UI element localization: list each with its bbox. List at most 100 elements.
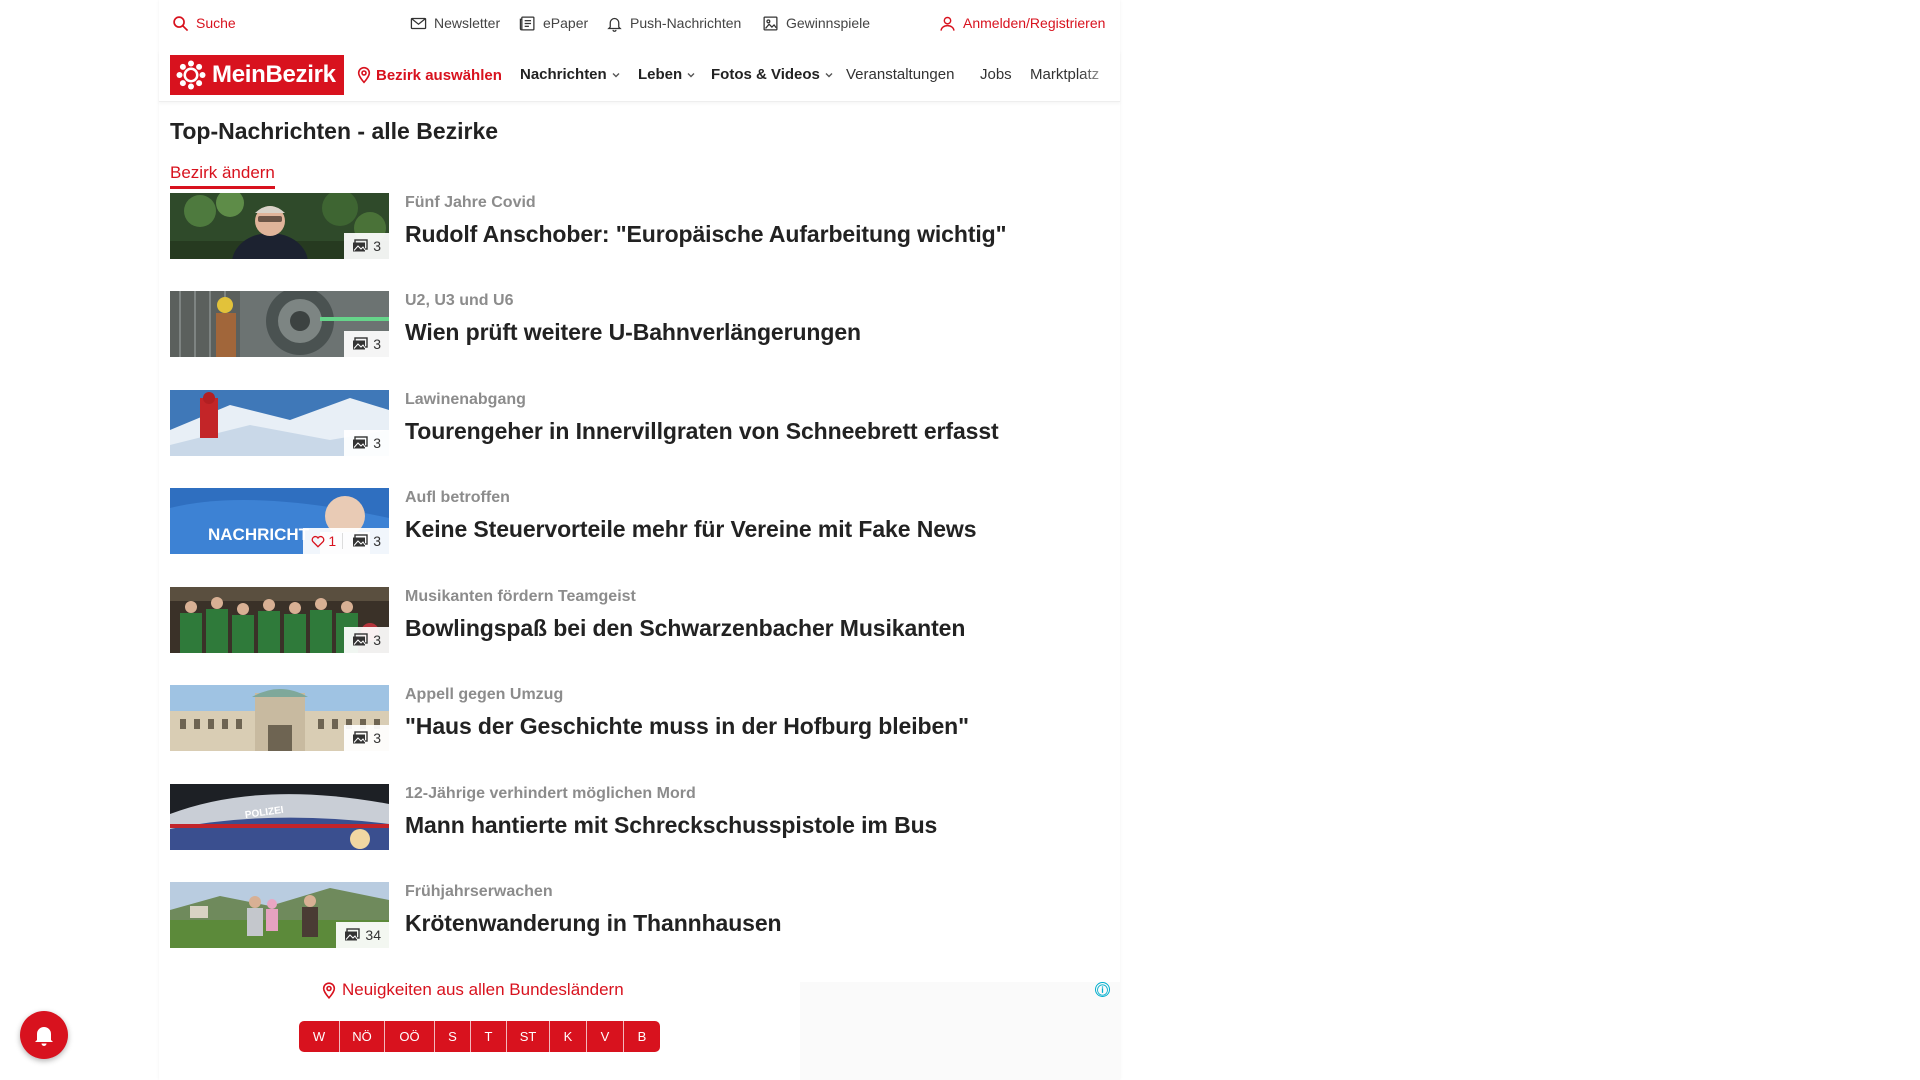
article-kicker: U2, U3 und U6 xyxy=(405,292,514,309)
bell-icon xyxy=(35,1027,53,1046)
nav-fotos-videos[interactable]: Fotos & Videos xyxy=(711,66,834,83)
search-icon xyxy=(173,15,189,31)
likes-count[interactable]: 1 xyxy=(311,533,344,549)
article-kicker: Lawinenabgang xyxy=(405,391,526,408)
chevron-down-icon xyxy=(612,72,620,77)
ad-info-icon[interactable]: ⓘ xyxy=(1095,982,1110,997)
newspaper-icon xyxy=(519,15,535,31)
state-buttons: W NÖ OÖ S T ST K V B xyxy=(299,1021,660,1052)
state-button-v[interactable]: V xyxy=(587,1021,624,1052)
nav-fotos-videos-label: Fotos & Videos xyxy=(711,66,820,83)
image-count-badge: 3 xyxy=(344,331,389,357)
nav-veranstaltungen[interactable]: Veranstaltungen xyxy=(846,66,954,83)
article-kicker: 12-Jährige verhindert möglichen Mord xyxy=(405,785,696,802)
likes-value: 1 xyxy=(328,533,337,549)
gallery-icon xyxy=(353,239,368,252)
article-headline[interactable]: Tourengeher in Innervillgraten von Schne… xyxy=(405,418,999,445)
epaper-link[interactable]: ePaper xyxy=(519,14,588,32)
district-select[interactable]: Bezirk auswählen xyxy=(356,66,502,84)
article-item[interactable]: 3 Musikanten fördern Teamgeist Bowlingsp… xyxy=(170,587,1100,653)
login-link[interactable]: Anmelden/Registrieren xyxy=(939,14,1105,32)
state-button-st[interactable]: ST xyxy=(507,1021,550,1052)
article-kicker: Fünf Jahre Covid xyxy=(405,194,536,211)
nav-jobs[interactable]: Jobs xyxy=(980,66,1012,83)
article-headline[interactable]: Mann hantierte mit Schreckschusspistole … xyxy=(405,812,937,839)
article-headline[interactable]: Rudolf Anschober: "Europäische Aufarbeit… xyxy=(405,221,1007,248)
login-label: Anmelden/Registrieren xyxy=(963,15,1106,31)
article-thumbnail[interactable]: 3 xyxy=(170,193,389,259)
push-notification-button[interactable] xyxy=(20,1011,68,1059)
article-item[interactable]: POLIZEI 12-Jährige verhindert möglichen … xyxy=(170,784,1100,850)
article-thumbnail[interactable]: 34 xyxy=(170,882,389,948)
newsletter-link[interactable]: Newsletter xyxy=(410,14,500,32)
state-button-w[interactable]: W xyxy=(299,1021,340,1052)
newsletter-label: Newsletter xyxy=(434,15,501,31)
page-title: Top-Nachrichten - alle Bezirke xyxy=(170,118,499,144)
image-count-badge: 34 xyxy=(336,922,389,948)
article-kicker: Musikanten fördern Teamgeist xyxy=(405,588,636,605)
site-logo[interactable]: MeinBezirk xyxy=(170,55,344,95)
article-headline[interactable]: Wien prüft weitere U-Bahnverlängerungen xyxy=(405,319,861,346)
main-navbar: MeinBezirk Bezirk auswählen Nachrichten … xyxy=(159,50,1120,102)
location-pin-icon xyxy=(357,66,371,84)
article-thumbnail[interactable]: 3 xyxy=(170,587,389,653)
nav-leben-label: Leben xyxy=(638,66,683,83)
gallery-icon xyxy=(353,337,368,350)
image-count-badge: 1 3 xyxy=(303,528,389,554)
nav-overflow-fade xyxy=(1080,50,1120,100)
image-count: 3 xyxy=(373,336,381,352)
image-count-badge: 3 xyxy=(344,430,389,456)
article-headline[interactable]: Krötenwanderung in Thannhausen xyxy=(405,910,782,937)
article-kicker: Appell gegen Umzug xyxy=(405,686,564,703)
search-link[interactable]: Suche xyxy=(172,14,236,32)
article-kicker: Aufl betroffen xyxy=(405,489,510,506)
article-item[interactable]: 3 Lawinenabgang Tourengeher in Innervill… xyxy=(170,390,1100,456)
all-states-link[interactable]: Neuigkeiten aus allen Bundesländern xyxy=(321,980,624,1000)
main-column: Suche Newsletter ePaper Push-Nachrichten… xyxy=(159,0,1120,1080)
article-headline[interactable]: Keine Steuervorteile mehr für Vereine mi… xyxy=(405,516,977,543)
bell-icon xyxy=(607,17,622,32)
image-count-badge: 3 xyxy=(344,233,389,259)
nav-nachrichten-label: Nachrichten xyxy=(520,66,607,83)
article-item[interactable]: 34 Frühjahrserwachen Krötenwanderung in … xyxy=(170,882,1100,948)
article-thumbnail[interactable]: POLIZEI xyxy=(170,784,389,850)
article-thumbnail[interactable]: 3 xyxy=(170,291,389,357)
mail-icon xyxy=(410,17,427,29)
heart-icon xyxy=(312,535,325,548)
article-item[interactable]: 3 Fünf Jahre Covid Rudolf Anschober: "Eu… xyxy=(170,193,1100,259)
image-count-badge: 3 xyxy=(344,725,389,751)
search-label: Suche xyxy=(196,15,236,31)
article-thumbnail[interactable]: 3 xyxy=(170,685,389,751)
article-headline[interactable]: "Haus der Geschichte muss in der Hofburg… xyxy=(405,713,969,740)
logo-text: MeinBezirk xyxy=(212,61,336,88)
article-item[interactable]: NACHRICHT 1 3 Aufl betroffen Keine Steue… xyxy=(170,488,1100,554)
image-count-badge: 3 xyxy=(344,627,389,653)
gallery-icon xyxy=(353,633,368,646)
image-count: 3 xyxy=(373,730,381,746)
article-item[interactable]: 3 U2, U3 und U6 Wien prüft weitere U-Bah… xyxy=(170,291,1100,357)
state-button-s[interactable]: S xyxy=(435,1021,471,1052)
push-link[interactable]: Push-Nachrichten xyxy=(606,14,741,32)
contests-link[interactable]: Gewinnspiele xyxy=(762,14,870,32)
state-button-ooe[interactable]: OÖ xyxy=(385,1021,435,1052)
district-select-label: Bezirk auswählen xyxy=(376,66,502,84)
state-button-noe[interactable]: NÖ xyxy=(340,1021,385,1052)
article-kicker: Frühjahrserwachen xyxy=(405,883,553,900)
ad-slot: ⓘ xyxy=(800,982,1120,1080)
article-thumbnail[interactable]: 3 xyxy=(170,390,389,456)
nav-leben[interactable]: Leben xyxy=(638,66,696,83)
article-headline[interactable]: Bowlingspaß bei den Schwarzenbacher Musi… xyxy=(405,615,965,642)
state-button-k[interactable]: K xyxy=(550,1021,587,1052)
article-item[interactable]: 3 Appell gegen Umzug "Haus der Geschicht… xyxy=(170,685,1100,751)
state-button-t[interactable]: T xyxy=(471,1021,507,1052)
article-thumbnail[interactable]: NACHRICHT 1 3 xyxy=(170,488,389,554)
gallery-icon xyxy=(353,731,368,744)
push-label: Push-Nachrichten xyxy=(630,15,742,31)
nav-nachrichten[interactable]: Nachrichten xyxy=(520,66,621,83)
state-button-b[interactable]: B xyxy=(624,1021,660,1052)
image-count: 3 xyxy=(373,238,381,254)
user-icon xyxy=(940,16,955,31)
change-district-link[interactable]: Bezirk ändern xyxy=(170,163,275,189)
thumbnail-image: POLIZEI xyxy=(170,784,389,850)
image-count: 34 xyxy=(365,927,381,943)
